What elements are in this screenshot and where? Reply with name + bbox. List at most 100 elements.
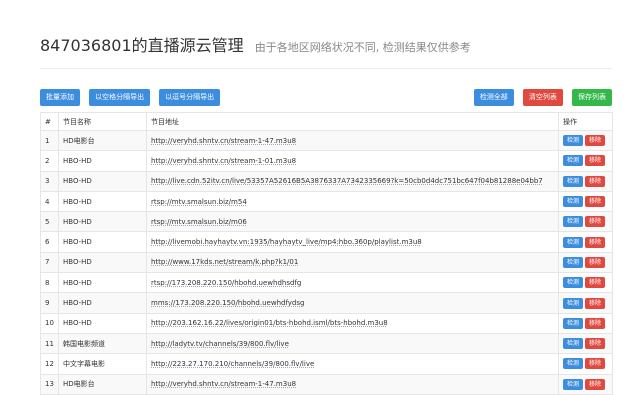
row-number: 8 [40,272,59,294]
row-url-link[interactable]: http://livemobi.hayhaytv.vn:1935/hayhayt… [151,238,422,246]
row-url-cell: rtsp://mtv.smalsun.biz/m06 [146,211,559,233]
row-actions: 检测 移除 [558,332,613,355]
row-url-cell: http://ladytv.tv/channels/39/800.flv/liv… [146,332,559,355]
row-remove-button[interactable]: 移除 [585,236,606,248]
row-url-link[interactable]: http://203.162.16.22/lives/origin01/bts-… [151,319,388,327]
col-header-name: 节目名称 [58,112,147,131]
row-number: 12 [40,353,59,375]
row-remove-button[interactable]: 移除 [585,277,606,289]
row-url-cell: http://veryhd.shntv.cn/stream-1-01.m3u8 [146,150,559,172]
table-row: 10 HBO-HD http://203.162.16.22/lives/origi… [40,312,613,334]
row-remove-button[interactable]: 移除 [585,297,606,309]
row-url-link[interactable]: rtsp://173.208.220.150/hbohd.uewhdhsdfg [151,279,301,287]
row-url-link[interactable]: http://223.27.170.210/channels/39/800.fl… [151,360,314,368]
row-actions: 检测 移除 [558,353,613,375]
row-remove-button[interactable]: 移除 [585,317,606,329]
row-check-button[interactable]: 检测 [563,297,584,309]
row-remove-button[interactable]: 移除 [585,196,606,208]
row-number: 1 [40,129,59,152]
row-check-button[interactable]: 检测 [563,338,584,350]
row-program-name: HBO-HD [58,170,147,192]
row-number: 3 [40,170,59,192]
row-check-button[interactable]: 检测 [563,155,584,167]
row-check-button[interactable]: 检测 [563,196,584,208]
row-check-button[interactable]: 检测 [563,236,584,248]
row-check-button[interactable]: 检测 [563,358,584,370]
row-program-name: HBO-HD [58,272,147,294]
row-url-link[interactable]: http://veryhd.shntv.cn/stream-1-47.m3u8 [151,137,296,145]
row-program-name: HBO-HD [58,292,147,314]
row-url-link[interactable]: http://veryhd.shntv.cn/stream-1-47.m3u8 [151,380,296,388]
row-actions: 检测 移除 [558,251,613,274]
header-divider [40,68,612,69]
row-remove-button[interactable]: 移除 [585,135,606,147]
row-check-button[interactable]: 检测 [563,135,584,147]
row-program-name: HBO-HD [58,150,147,172]
row-program-name: HBO-HD [58,312,147,334]
row-url-link[interactable]: mms://173.208.220.150/hbohd.uewhdfydsg [151,299,304,307]
table-row: 2 HBO-HD http://veryhd.shntv.cn/stream-1-0… [40,150,613,172]
row-check-button[interactable]: 检测 [563,175,584,187]
table-header-row: # 节目名称 节目地址 操作 [40,112,613,131]
table-row: 5 HBO-HD rtsp://mtv.smalsun.biz/m06 检测 移除 [40,211,613,233]
row-url-link[interactable]: rtsp://mtv.smalsun.biz/m06 [151,218,247,226]
row-check-button[interactable]: 检测 [563,378,584,390]
row-url-cell: http://www.17kds.net/stream/k.php?k1/01 [146,251,559,274]
row-url-link[interactable]: http://live.cdn.52itv.cn/live/53357A5261… [151,177,543,185]
clear-list-button[interactable]: 清空列表 [522,89,563,106]
row-url-cell: http://203.162.16.22/lives/origin01/bts-… [146,312,559,334]
table-row: 1 HD电影台 http://veryhd.shntv.cn/stream-1-47… [40,129,613,152]
row-url-link[interactable]: http://veryhd.shntv.cn/stream-1-01.m3u8 [151,157,296,165]
col-header-url: 节目地址 [146,112,559,131]
row-actions: 检测 移除 [558,150,613,172]
row-remove-button[interactable]: 移除 [585,175,606,187]
row-url-cell: http://livemobi.hayhaytv.vn:1935/hayhayt… [146,231,559,253]
row-actions: 检测 移除 [558,292,613,314]
page-title: 847036801的直播源云管理 [40,36,244,55]
row-url-cell: mms://173.208.220.150/hbohd.uewhdfydsg [146,292,559,314]
table-row: 8 HBO-HD rtsp://173.208.220.150/hbohd.uewh… [40,272,613,294]
row-url-link[interactable]: http://ladytv.tv/channels/39/800.flv/liv… [151,340,289,348]
row-remove-button[interactable]: 移除 [585,155,606,167]
row-program-name: HD电影台 [58,373,147,395]
check-all-button[interactable]: 检测全部 [473,89,514,106]
row-program-name: 韩国电影频道 [58,332,147,355]
row-url-link[interactable]: http://www.17kds.net/stream/k.php?k1/01 [151,258,298,266]
row-actions: 检测 移除 [558,272,613,294]
batch-add-button[interactable]: 批量添加 [40,89,80,106]
row-actions: 检测 移除 [558,231,613,253]
row-check-button[interactable]: 检测 [563,256,584,268]
row-number: 11 [40,332,59,355]
row-remove-button[interactable]: 移除 [585,338,606,350]
row-number: 6 [40,231,59,253]
row-url-cell: rtsp://173.208.220.150/hbohd.uewhdhsdfg [146,272,559,294]
row-check-button[interactable]: 检测 [563,317,584,329]
row-number: 2 [40,150,59,172]
col-header-number: # [40,112,59,131]
table-row: 11 韩国电影频道 http://ladytv.tv/channels/39/800… [40,332,613,355]
row-number: 4 [40,190,59,213]
row-number: 5 [40,211,59,233]
row-program-name: HBO-HD [58,211,147,233]
row-url-link[interactable]: rtsp://mtv.smalsun.biz/m54 [151,198,247,206]
row-url-cell: http://live.cdn.52itv.cn/live/53357A5261… [146,170,559,192]
save-list-button[interactable]: 保存列表 [572,89,612,106]
table-row: 9 HBO-HD mms://173.208.220.150/hbohd.uewhd… [40,292,613,314]
row-remove-button[interactable]: 移除 [585,256,606,268]
row-check-button[interactable]: 检测 [563,277,584,289]
row-number: 9 [40,292,59,314]
row-remove-button[interactable]: 移除 [585,378,606,390]
export-comma-button[interactable]: 以逗号分隔导出 [159,89,221,106]
table-row: 7 HBO-HD http://www.17kds.net/stream/k.php… [40,251,613,274]
row-url-cell: http://223.27.170.210/channels/39/800.fl… [146,353,559,375]
table-row: 12 中文字幕电影 http://223.27.170.210/channels/3… [40,353,613,375]
export-space-button[interactable]: 以空格分隔导出 [89,89,151,106]
row-remove-button[interactable]: 移除 [585,358,606,370]
page-subtitle: 由于各地区网络状况不同, 检测结果仅供参考 [254,41,471,54]
row-remove-button[interactable]: 移除 [585,216,606,228]
row-actions: 检测 移除 [558,211,613,233]
row-program-name: 中文字幕电影 [58,353,147,375]
row-check-button[interactable]: 检测 [563,216,584,228]
row-program-name: HBO-HD [58,190,147,213]
toolbar-left: 批量添加 以空格分隔导出 以逗号分隔导出 [40,84,224,106]
